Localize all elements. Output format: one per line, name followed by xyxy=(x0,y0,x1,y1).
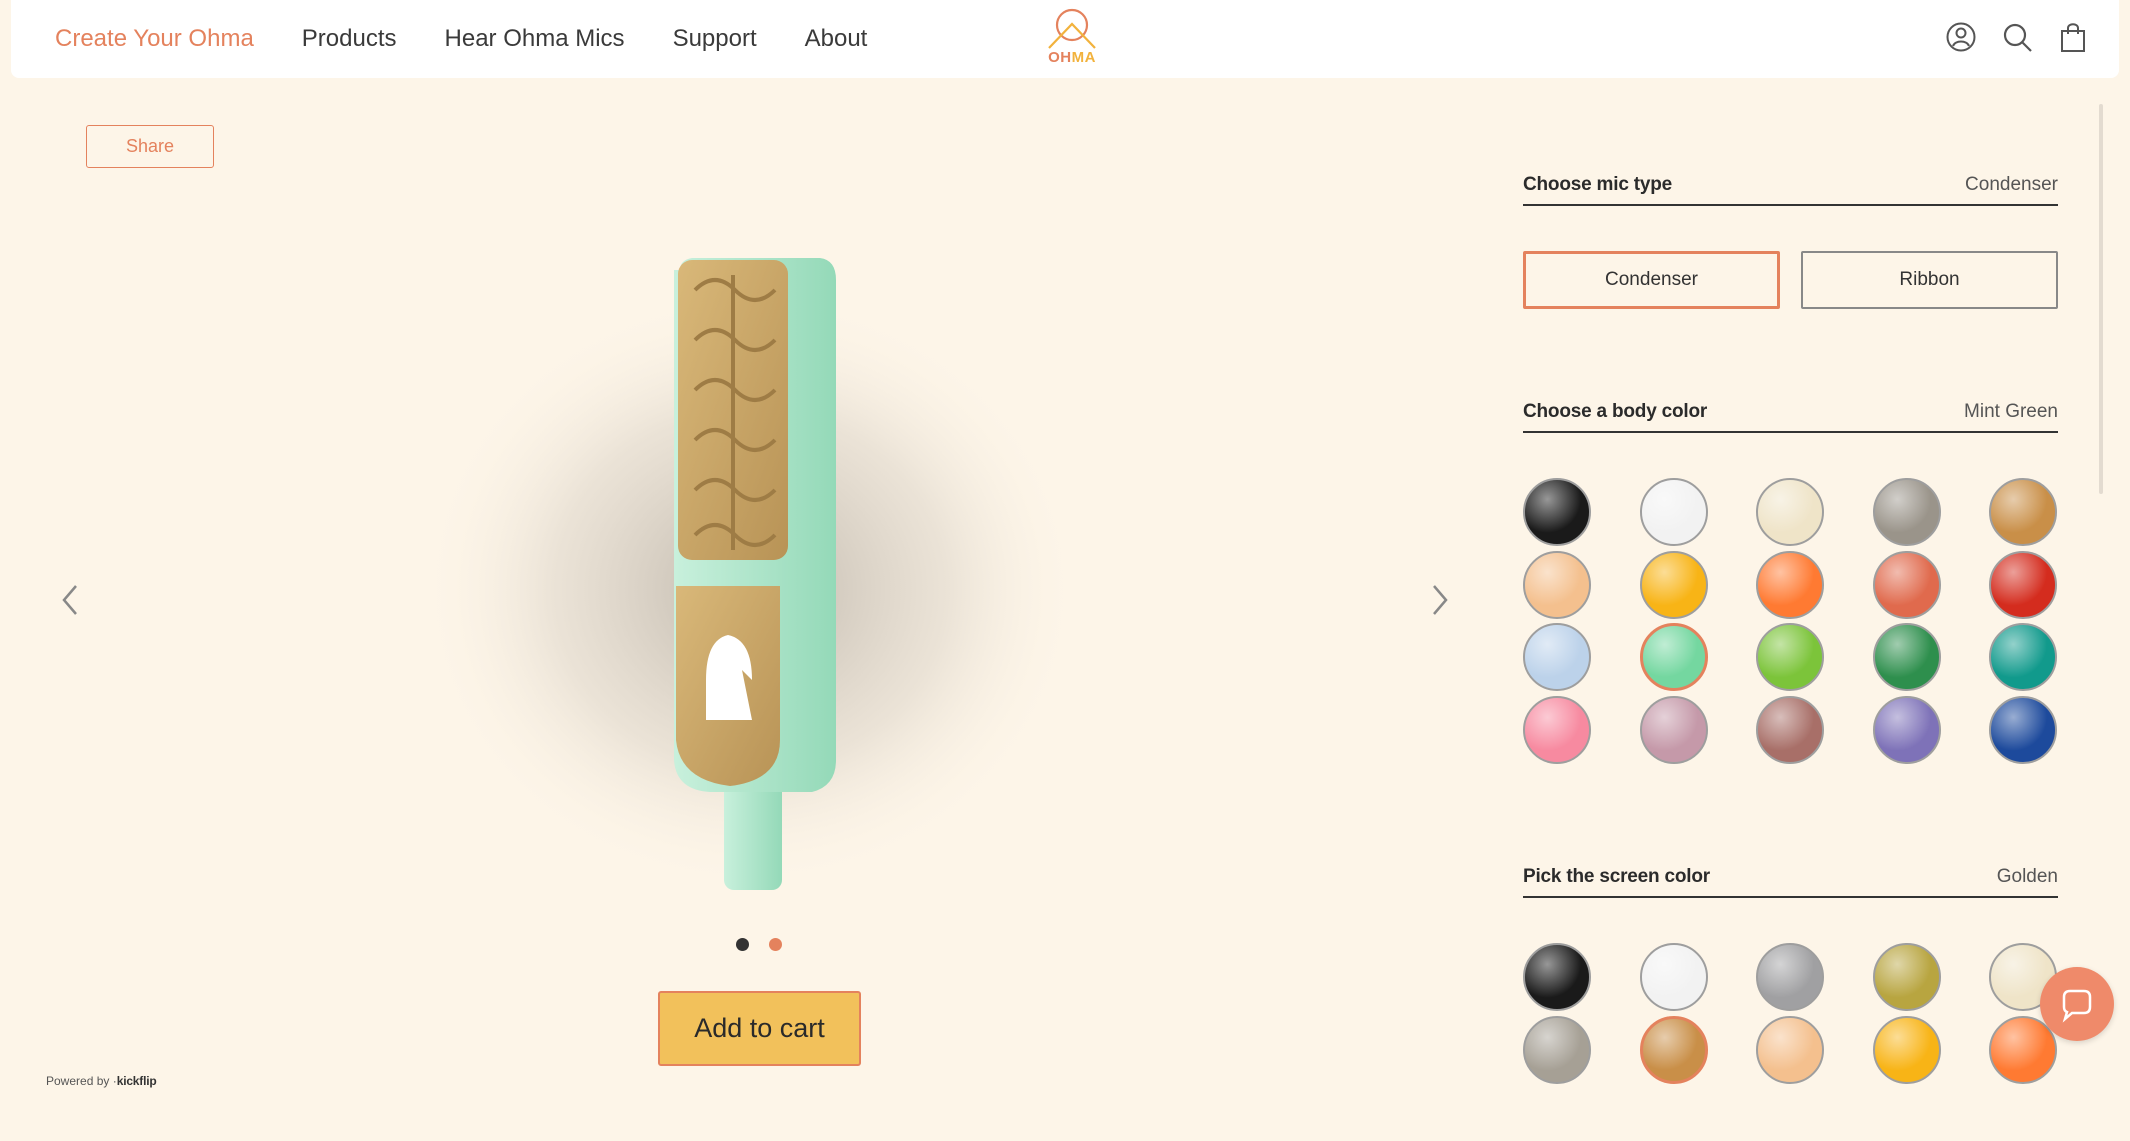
body-color-swatch[interactable] xyxy=(1872,695,1941,764)
nav-products[interactable]: Products xyxy=(302,25,397,53)
screen-color-swatch[interactable] xyxy=(1639,1015,1708,1084)
mic-type-condenser-button[interactable]: Condenser xyxy=(1523,251,1780,309)
screen-color-value: Golden xyxy=(1996,866,2058,887)
cart-bag-icon[interactable] xyxy=(2057,20,2089,54)
mic-3d-viewer[interactable] xyxy=(380,230,1140,910)
screen-color-title: Pick the screen color xyxy=(1523,866,1710,887)
header-icons xyxy=(1945,20,2089,54)
mic-type-ribbon-button[interactable]: Ribbon xyxy=(1801,251,2058,309)
body-color-value: Mint Green xyxy=(1964,401,2058,422)
body-color-swatch[interactable] xyxy=(1872,550,1941,619)
share-button[interactable]: Share xyxy=(86,125,214,168)
screen-color-swatch[interactable] xyxy=(1756,943,1824,1011)
body-color-header: Choose a body color Mint Green xyxy=(1523,393,2058,433)
screen-color-swatch[interactable] xyxy=(1872,1015,1941,1084)
body-color-swatch[interactable] xyxy=(1989,550,2057,619)
mic-type-header: Choose mic type Condenser xyxy=(1523,166,2058,206)
search-icon[interactable] xyxy=(2001,20,2033,54)
chat-bubble-icon xyxy=(2062,989,2092,1023)
microphone-render xyxy=(420,258,1080,890)
body-color-swatch[interactable] xyxy=(1989,695,2057,764)
ohma-logo-mark xyxy=(1048,8,1096,49)
body-color-swatch[interactable] xyxy=(1523,623,1591,691)
body-color-swatch[interactable] xyxy=(1639,695,1708,764)
nav-hear-ohma-mics[interactable]: Hear Ohma Mics xyxy=(445,25,625,53)
screen-color-swatch[interactable] xyxy=(1639,943,1708,1011)
chat-button[interactable] xyxy=(2040,967,2114,1041)
mic-type-title: Choose mic type xyxy=(1523,174,1673,195)
add-to-cart-button[interactable]: Add to cart xyxy=(658,991,861,1066)
body-color-swatch[interactable] xyxy=(1872,623,1941,691)
site-header: Create Your Ohma Products Hear Ohma Mics… xyxy=(11,0,2119,78)
mic-type-value: Condenser xyxy=(1965,174,2058,195)
body-color-swatch[interactable] xyxy=(1756,623,1824,691)
body-color-swatch[interactable] xyxy=(1639,623,1708,691)
body-color-title: Choose a body color xyxy=(1523,401,1708,422)
nav-support[interactable]: Support xyxy=(673,25,757,53)
body-color-swatch[interactable] xyxy=(1523,695,1591,764)
nav-about[interactable]: About xyxy=(805,25,868,53)
screen-color-swatch[interactable] xyxy=(1523,1015,1591,1084)
prev-slide-icon[interactable] xyxy=(56,580,86,620)
body-color-swatch[interactable] xyxy=(1989,478,2057,546)
body-color-swatch[interactable] xyxy=(1872,478,1941,546)
next-slide-icon[interactable] xyxy=(1424,580,1454,620)
body-color-swatch[interactable] xyxy=(1989,623,2057,691)
slide-dots xyxy=(736,938,782,951)
powered-by-kickflip[interactable]: Powered by ·kickflip xyxy=(46,1074,157,1088)
panel-scrollbar[interactable] xyxy=(2099,104,2103,494)
customizer-panel: Choose mic type Condenser Condenser Ribb… xyxy=(1523,100,2058,1100)
account-icon[interactable] xyxy=(1945,20,1977,54)
screen-color-header: Pick the screen color Golden xyxy=(1523,858,2058,898)
slide-dot-1[interactable] xyxy=(736,938,749,951)
body-color-swatch[interactable] xyxy=(1639,550,1708,619)
body-color-swatch[interactable] xyxy=(1523,550,1591,619)
main-nav: Create Your Ohma Products Hear Ohma Mics… xyxy=(55,0,867,78)
logo-wordmark: OHMA xyxy=(1048,49,1096,66)
body-color-swatch[interactable] xyxy=(1523,478,1591,546)
screen-color-swatch[interactable] xyxy=(1872,943,1941,1011)
ohma-logo[interactable]: OHMA xyxy=(1041,8,1103,68)
body-color-swatch[interactable] xyxy=(1756,550,1824,619)
body-color-swatch[interactable] xyxy=(1639,478,1708,546)
nav-create-your-ohma[interactable]: Create Your Ohma xyxy=(55,25,254,53)
slide-dot-2[interactable] xyxy=(769,938,782,951)
screen-color-swatch[interactable] xyxy=(1756,1015,1824,1084)
body-color-swatch[interactable] xyxy=(1756,695,1824,764)
screen-color-swatch[interactable] xyxy=(1523,943,1591,1011)
body-color-swatch[interactable] xyxy=(1756,478,1824,546)
